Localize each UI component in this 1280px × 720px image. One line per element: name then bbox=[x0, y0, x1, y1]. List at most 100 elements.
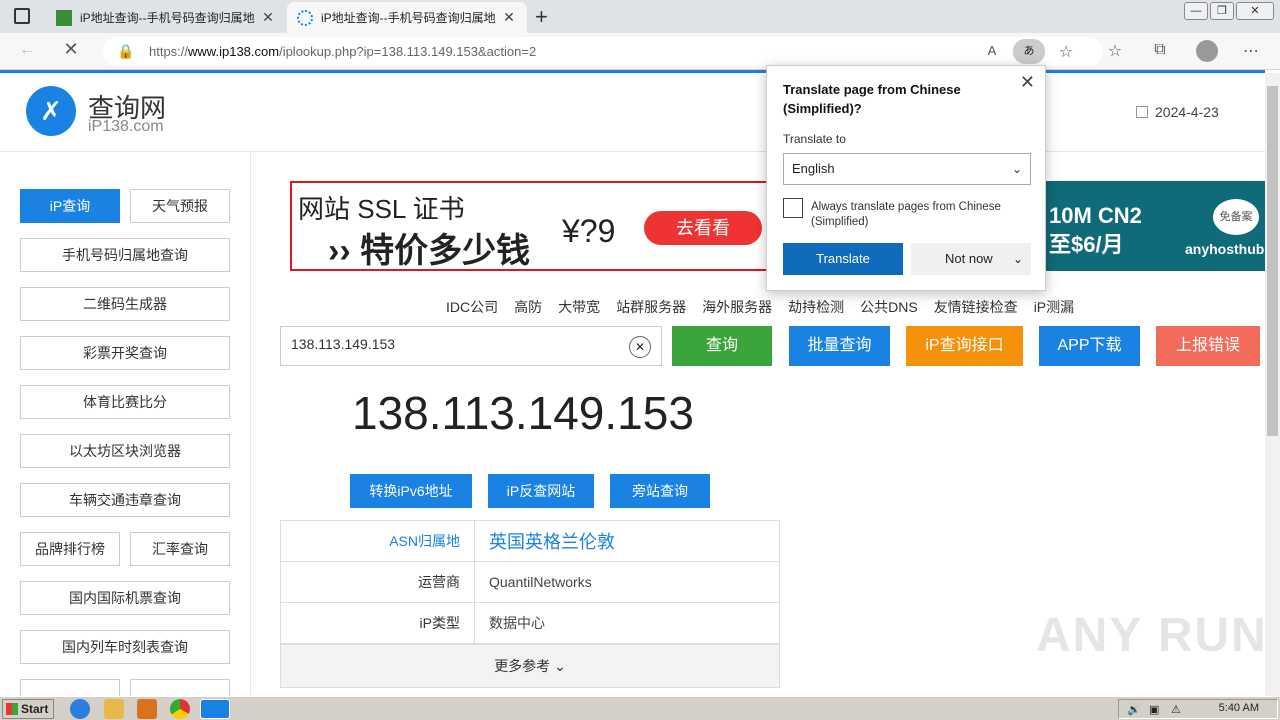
edge-icon[interactable] bbox=[200, 699, 230, 719]
always-translate-checkbox[interactable] bbox=[783, 198, 803, 218]
loading-icon bbox=[297, 9, 313, 26]
lock-icon[interactable]: 🔒 bbox=[115, 43, 137, 60]
tab-title: iP地址查询--手机号码查询归属地 bbox=[80, 11, 255, 25]
banner-price: ¥?9 bbox=[562, 213, 616, 249]
app-download-button[interactable]: APP下载 bbox=[1039, 326, 1140, 366]
not-now-label: Not now bbox=[945, 251, 993, 266]
row-value: 数据中心 bbox=[474, 602, 780, 644]
back-icon[interactable]: ← bbox=[16, 41, 38, 59]
ip-search-box: ✕ bbox=[280, 326, 662, 366]
banner-line2: ›› 特价多少钱 bbox=[328, 232, 531, 270]
address-bar[interactable]: 🔒 https://www.ip138.com/iplookup.php?ip=… bbox=[103, 37, 1103, 66]
close-window-icon[interactable]: ✕ bbox=[1236, 2, 1274, 20]
link-dns[interactable]: 公共DNS bbox=[860, 297, 918, 317]
chevron-down-icon: ⌄ bbox=[554, 658, 566, 674]
sidebar-item-phone[interactable]: 手机号码归属地查询 bbox=[20, 238, 230, 272]
ip-info-table: ASN归属地 英国英格兰伦敦 运营商 QuantilNetworks iP类型 … bbox=[280, 520, 780, 644]
start-button[interactable]: Start bbox=[2, 699, 54, 719]
api-button[interactable]: iP查询接口 bbox=[906, 326, 1023, 366]
stop-loading-icon[interactable]: ✕ bbox=[60, 39, 82, 60]
row-value: 英国英格兰伦敦 bbox=[474, 520, 780, 562]
logo-icon[interactable]: ✗ bbox=[26, 86, 76, 136]
row-value: QuantilNetworks bbox=[474, 561, 780, 603]
sidebar-item-qrcode[interactable]: 二维码生成器 bbox=[20, 287, 230, 321]
result-ip: 138.113.149.153 bbox=[352, 387, 694, 439]
translate-icon[interactable]: あ bbox=[1013, 39, 1045, 64]
profile-avatar[interactable] bbox=[1196, 40, 1218, 62]
ipv6-convert-button[interactable]: 转换iPv6地址 bbox=[350, 474, 472, 508]
row-key[interactable]: ASN归属地 bbox=[280, 520, 475, 562]
query-button[interactable]: 查询 bbox=[672, 326, 772, 366]
explorer-icon[interactable] bbox=[104, 699, 124, 719]
language-select[interactable]: English ⌄ bbox=[783, 153, 1031, 185]
ip-search-input[interactable] bbox=[291, 336, 611, 352]
report-error-button[interactable]: 上报错误 bbox=[1156, 326, 1260, 366]
table-row: iP类型 数据中心 bbox=[280, 602, 780, 644]
chevron-down-icon[interactable]: ⌄ bbox=[1013, 243, 1023, 275]
chevron-down-icon: ⌄ bbox=[1011, 162, 1022, 176]
row-key: iP类型 bbox=[280, 602, 475, 644]
network-icon[interactable]: ▣ bbox=[1149, 703, 1159, 716]
link-idc[interactable]: IDC公司 bbox=[446, 297, 498, 317]
sidebar-item-sports[interactable]: 体育比赛比分 bbox=[20, 385, 230, 419]
link-leak[interactable]: iP测漏 bbox=[1034, 297, 1074, 317]
sidebar-item-partial[interactable] bbox=[20, 679, 120, 696]
browser-toolbar: ← ✕ 🔒 https://www.ip138.com/iplookup.php… bbox=[0, 33, 1280, 70]
volume-icon[interactable]: 🔊 bbox=[1127, 703, 1141, 716]
sidebar-item-traffic[interactable]: 车辆交通违章查询 bbox=[20, 483, 230, 517]
link-ddos[interactable]: 高防 bbox=[514, 297, 542, 317]
new-tab-icon[interactable]: + bbox=[535, 4, 548, 30]
favorites-icon[interactable]: ☆ bbox=[1104, 41, 1126, 61]
batch-query-button[interactable]: 批量查询 bbox=[789, 326, 890, 366]
side-site-button[interactable]: 旁站查询 bbox=[610, 474, 710, 508]
link-hijack[interactable]: 劫持检测 bbox=[788, 297, 844, 317]
sidebar-item-brands[interactable]: 品牌排行榜 bbox=[20, 532, 120, 566]
reverse-lookup-button[interactable]: iP反查网站 bbox=[488, 474, 594, 508]
link-overseas[interactable]: 海外服务器 bbox=[702, 297, 772, 317]
banner-go-button[interactable]: 去看看 bbox=[644, 211, 762, 245]
tab-2[interactable]: iP地址查询--手机号码查询归属地 ✕ bbox=[287, 2, 527, 33]
calendar-icon bbox=[1136, 106, 1148, 118]
media-player-icon[interactable] bbox=[137, 699, 157, 719]
read-aloud-icon[interactable]: A bbox=[981, 43, 1003, 58]
more-reference-button[interactable]: 更多参考 ⌄ bbox=[280, 644, 780, 688]
close-tab-icon[interactable]: ✕ bbox=[501, 9, 517, 26]
restore-icon[interactable]: ❐ bbox=[1210, 2, 1234, 20]
minimize-icon[interactable]: — bbox=[1184, 2, 1208, 20]
sidebar-item-ip-query[interactable]: iP查询 bbox=[20, 189, 120, 223]
sidebar-item-partial[interactable] bbox=[130, 679, 230, 696]
sidebar-item-exchange[interactable]: 汇率查询 bbox=[130, 532, 230, 566]
clock: 5:40 AM bbox=[1218, 702, 1259, 714]
more-menu-icon[interactable]: ⋯ bbox=[1240, 41, 1262, 61]
url-text: https://www.ip138.com/iplookup.php?ip=13… bbox=[149, 44, 537, 59]
ssl-ad-banner[interactable]: 网站 SSL 证书 ›› 特价多少钱 ¥?9 去看看 bbox=[290, 181, 770, 271]
link-friendlink[interactable]: 友情链接检查 bbox=[934, 297, 1018, 317]
close-icon[interactable]: ✕ bbox=[1020, 72, 1035, 93]
chrome-icon[interactable] bbox=[170, 699, 190, 719]
hosting-ad-banner[interactable]: 10M CN2 至$6/月 anyhosthub 免备案 bbox=[1045, 181, 1265, 271]
banner2-line2: 至$6/月 bbox=[1049, 232, 1124, 257]
sidebar-item-trains[interactable]: 国内列车时刻表查询 bbox=[20, 630, 230, 664]
tab-actions-icon[interactable] bbox=[14, 8, 30, 24]
close-tab-icon[interactable]: ✕ bbox=[260, 9, 276, 26]
security-icon[interactable]: ⚠ bbox=[1171, 703, 1181, 716]
translate-button[interactable]: Translate bbox=[783, 243, 903, 275]
tab-1[interactable]: iP地址查询--手机号码查询归属地 ✕ bbox=[46, 2, 286, 33]
add-favorite-icon[interactable]: ☆ bbox=[1055, 42, 1077, 62]
sidebar-item-lottery[interactable]: 彩票开奖查询 bbox=[20, 336, 230, 370]
table-row: 运营商 QuantilNetworks bbox=[280, 561, 780, 603]
collections-icon[interactable]: ⧉ bbox=[1149, 41, 1171, 59]
sidebar-item-ethereum[interactable]: 以太坊区块浏览器 bbox=[20, 434, 230, 468]
table-row: ASN归属地 英国英格兰伦敦 bbox=[280, 520, 780, 562]
link-cluster[interactable]: 站群服务器 bbox=[616, 297, 686, 317]
sidebar-item-flights[interactable]: 国内国际机票查询 bbox=[20, 581, 230, 615]
clear-icon[interactable]: ✕ bbox=[629, 336, 651, 358]
ie-icon[interactable] bbox=[70, 699, 90, 719]
banner-line1: 网站 SSL 证书 bbox=[298, 194, 465, 224]
sidebar-item-weather[interactable]: 天气预报 bbox=[130, 189, 230, 223]
not-now-button[interactable]: Not now ⌄ bbox=[911, 243, 1031, 275]
link-bandwidth[interactable]: 大带宽 bbox=[558, 297, 600, 317]
scrollbar-thumb[interactable] bbox=[1267, 86, 1278, 436]
quick-links: IDC公司 高防 大带宽 站群服务器 海外服务器 劫持检测 公共DNS 友情链接… bbox=[446, 297, 1074, 317]
row-key: 运营商 bbox=[280, 561, 475, 603]
